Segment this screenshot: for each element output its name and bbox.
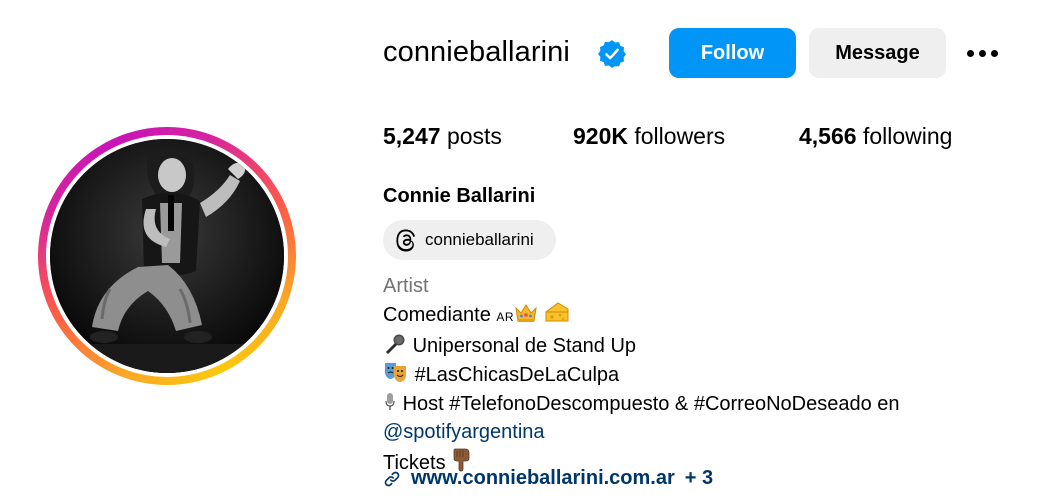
- profile-bio: Artist Comediante AR Unipersonal de Stan…: [383, 272, 900, 478]
- profile-avatar[interactable]: [50, 139, 284, 373]
- threads-badge[interactable]: connieballarini: [383, 220, 556, 260]
- cheese-emoji: [545, 302, 569, 322]
- profile-category: Artist: [383, 275, 429, 297]
- following-label: following: [862, 123, 953, 149]
- bio-line-2: Unipersonal de Stand Up: [383, 332, 900, 360]
- avatar-gap: [46, 135, 288, 377]
- verified-badge-icon: [598, 40, 626, 68]
- threads-icon: [396, 229, 415, 252]
- followers-count: 920K: [573, 123, 628, 149]
- followers-label: followers: [634, 123, 726, 149]
- external-link[interactable]: www.connieballarini.com.ar: [411, 467, 675, 490]
- more-options-icon[interactable]: [962, 40, 1002, 66]
- bio-line-1-text: Comediante: [383, 304, 497, 327]
- bio-line-5: @spotifyargentina: [383, 418, 900, 446]
- threads-handle: connieballarini: [425, 230, 534, 249]
- story-ring[interactable]: [38, 127, 296, 385]
- microphone-emoji: [386, 334, 405, 354]
- profile-username: connieballarini: [383, 36, 570, 68]
- bio-line-4: Host #TelefonoDescompuesto & #CorreoNoDe…: [383, 390, 900, 418]
- bio-line-1: Comediante AR: [383, 300, 900, 331]
- more-dot: [966, 49, 974, 57]
- bio-line-3: #LasChicasDeLaCulpa: [383, 360, 900, 389]
- following-stat[interactable]: 4,566 following: [799, 123, 952, 150]
- bio-line-4-text: Host #TelefonoDescompuesto & #CorreoNoDe…: [402, 392, 900, 415]
- studio-microphone-emoji: [385, 392, 395, 410]
- posts-label: posts: [446, 123, 502, 149]
- posts-count: 5,247: [383, 123, 441, 149]
- bio-line-2-text: Unipersonal de Stand Up: [412, 334, 637, 357]
- bio-line-3-text: #LasChicasDeLaCulpa: [414, 364, 620, 387]
- link-icon: [384, 471, 400, 486]
- message-button[interactable]: Message: [809, 28, 946, 78]
- spotify-mention-link[interactable]: @spotifyargentina: [383, 421, 545, 443]
- crown-emoji: [515, 304, 537, 323]
- more-dot: [990, 49, 998, 57]
- following-count: 4,566: [799, 123, 857, 149]
- external-link-row: www.connieballarini.com.ar + 3: [383, 467, 713, 490]
- posts-stat: 5,247 posts: [383, 123, 502, 150]
- profile-full-name: Connie Ballarini: [383, 185, 536, 207]
- theater-masks-emoji: [385, 363, 406, 383]
- followers-stat[interactable]: 920K followers: [573, 123, 725, 150]
- follow-button[interactable]: Follow: [669, 28, 796, 78]
- more-dot: [978, 49, 986, 57]
- avatar-photo: [50, 139, 284, 373]
- argentina-flag-text: AR: [496, 310, 515, 325]
- more-links-count[interactable]: + 3: [685, 467, 713, 490]
